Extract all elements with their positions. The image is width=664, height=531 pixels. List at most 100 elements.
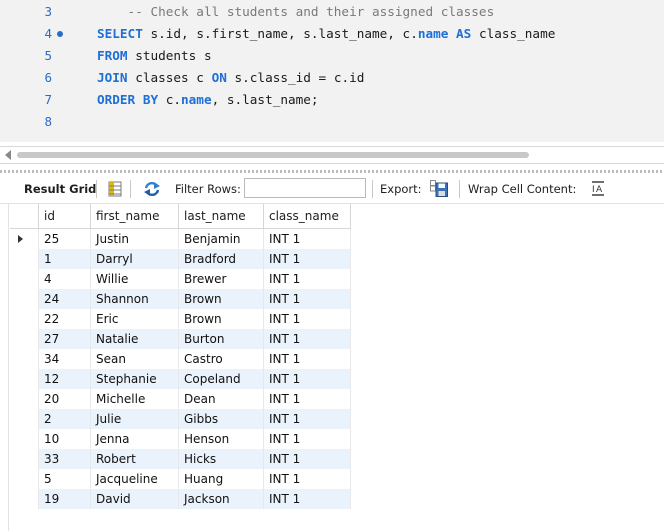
refresh-icon[interactable] (143, 181, 161, 197)
cell-last-name[interactable]: Brown (178, 289, 264, 309)
table-row[interactable]: 33 Robert Hicks INT 1 (10, 449, 351, 469)
cell-last-name[interactable]: Hicks (178, 449, 264, 469)
export-save-icon[interactable] (430, 180, 448, 197)
cell-first-name[interactable]: Michelle (90, 389, 179, 409)
cell-first-name[interactable]: Stephanie (90, 369, 179, 389)
table-row[interactable]: 27 Natalie Burton INT 1 (10, 329, 351, 349)
cell-class-name[interactable]: INT 1 (263, 249, 351, 269)
cell-id[interactable]: 20 (38, 389, 91, 409)
cell-last-name[interactable]: Henson (178, 429, 264, 449)
cell-last-name[interactable]: Brewer (178, 269, 264, 289)
row-selector[interactable] (10, 329, 39, 349)
row-selector[interactable] (10, 429, 39, 449)
row-selector[interactable] (10, 289, 39, 309)
result-grid-tab[interactable]: Result Grid (24, 182, 96, 196)
cell-class-name[interactable]: INT 1 (263, 449, 351, 469)
table-row[interactable]: 4 Willie Brewer INT 1 (10, 269, 351, 289)
cell-first-name[interactable]: Jenna (90, 429, 179, 449)
cell-id[interactable]: 10 (38, 429, 91, 449)
cell-id[interactable]: 5 (38, 469, 91, 489)
code-line[interactable]: 8 (0, 111, 664, 133)
cell-last-name[interactable]: Brown (178, 309, 264, 329)
cell-class-name[interactable]: INT 1 (263, 269, 351, 289)
cell-last-name[interactable]: Huang (178, 469, 264, 489)
table-row[interactable]: 20 Michelle Dean INT 1 (10, 389, 351, 409)
cell-class-name[interactable]: INT 1 (263, 349, 351, 369)
table-row[interactable]: 10 Jenna Henson INT 1 (10, 429, 351, 449)
code-line[interactable]: 4 SELECT s.id, s.first_name, s.last_name,… (0, 23, 664, 45)
row-selector[interactable] (10, 228, 39, 249)
cell-class-name[interactable]: INT 1 (263, 228, 351, 249)
grid-layout-icon[interactable] (108, 181, 122, 197)
row-selector[interactable] (10, 249, 39, 269)
cell-first-name[interactable]: Eric (90, 309, 179, 329)
code-line[interactable]: 5 FROM students s (0, 45, 664, 67)
table-row[interactable]: 34 Sean Castro INT 1 (10, 349, 351, 369)
table-row[interactable]: 2 Julie Gibbs INT 1 (10, 409, 351, 429)
cell-id[interactable]: 12 (38, 369, 91, 389)
cell-class-name[interactable]: INT 1 (263, 289, 351, 309)
scroll-left-icon[interactable] (5, 150, 11, 160)
cell-class-name[interactable]: INT 1 (263, 429, 351, 449)
table-row[interactable]: 25 Justin Benjamin INT 1 (10, 228, 351, 249)
cell-id[interactable]: 22 (38, 309, 91, 329)
row-selector[interactable] (10, 369, 39, 389)
cell-first-name[interactable]: Julie (90, 409, 179, 429)
table-row[interactable]: 24 Shannon Brown INT 1 (10, 289, 351, 309)
cell-class-name[interactable]: INT 1 (263, 489, 351, 509)
cell-first-name[interactable]: Willie (90, 269, 179, 289)
panel-splitter[interactable] (0, 170, 664, 173)
sql-editor[interactable]: 3 -- Check all students and their assign… (0, 0, 664, 142)
row-selector[interactable] (10, 309, 39, 329)
editor-horizontal-scrollbar[interactable] (0, 146, 664, 164)
cell-id[interactable]: 24 (38, 289, 91, 309)
row-selector[interactable] (10, 389, 39, 409)
table-row[interactable]: 5 Jacqueline Huang INT 1 (10, 469, 351, 489)
cell-last-name[interactable]: Benjamin (178, 228, 264, 249)
cell-last-name[interactable]: Burton (178, 329, 264, 349)
cell-id[interactable]: 25 (38, 228, 91, 249)
cell-class-name[interactable]: INT 1 (263, 469, 351, 489)
cell-first-name[interactable]: Shannon (90, 289, 179, 309)
cell-id[interactable]: 27 (38, 329, 91, 349)
cell-last-name[interactable]: Bradford (178, 249, 264, 269)
table-row[interactable]: 19 David Jackson INT 1 (10, 489, 351, 509)
cell-last-name[interactable]: Gibbs (178, 409, 264, 429)
row-selector[interactable] (10, 269, 39, 289)
cell-last-name[interactable]: Castro (178, 349, 264, 369)
cell-first-name[interactable]: Natalie (90, 329, 179, 349)
code-line[interactable]: 3 -- Check all students and their assign… (0, 1, 664, 23)
row-selector[interactable] (10, 409, 39, 429)
cell-first-name[interactable]: David (90, 489, 179, 509)
row-selector[interactable] (10, 489, 39, 509)
cell-class-name[interactable]: INT 1 (263, 389, 351, 409)
row-selector-header[interactable] (10, 204, 39, 229)
cell-id[interactable]: 34 (38, 349, 91, 369)
cell-class-name[interactable]: INT 1 (263, 309, 351, 329)
cell-id[interactable]: 2 (38, 409, 91, 429)
row-selector[interactable] (10, 349, 39, 369)
cell-last-name[interactable]: Dean (178, 389, 264, 409)
cell-id[interactable]: 4 (38, 269, 91, 289)
cell-class-name[interactable]: INT 1 (263, 409, 351, 429)
code-line[interactable]: 6 JOIN classes c ON s.class_id = c.id (0, 67, 664, 89)
cell-first-name[interactable]: Sean (90, 349, 179, 369)
cell-last-name[interactable]: Copeland (178, 369, 264, 389)
cell-class-name[interactable]: INT 1 (263, 329, 351, 349)
column-header-last-name[interactable]: last_name (178, 204, 264, 229)
scrollbar-thumb[interactable] (17, 152, 529, 158)
column-header-id[interactable]: id (38, 204, 91, 229)
cell-first-name[interactable]: Darryl (90, 249, 179, 269)
column-header-first-name[interactable]: first_name (90, 204, 179, 229)
table-row[interactable]: 12 Stephanie Copeland INT 1 (10, 369, 351, 389)
cell-first-name[interactable]: Jacqueline (90, 469, 179, 489)
row-selector[interactable] (10, 469, 39, 489)
column-header-class-name[interactable]: class_name (263, 204, 351, 229)
code-line[interactable]: 7 ORDER BY c.name, s.last_name; (0, 89, 664, 111)
filter-rows-input[interactable] (244, 178, 366, 198)
cell-first-name[interactable]: Justin (90, 228, 179, 249)
cell-first-name[interactable]: Robert (90, 449, 179, 469)
cell-id[interactable]: 1 (38, 249, 91, 269)
row-selector[interactable] (10, 449, 39, 469)
cell-class-name[interactable]: INT 1 (263, 369, 351, 389)
